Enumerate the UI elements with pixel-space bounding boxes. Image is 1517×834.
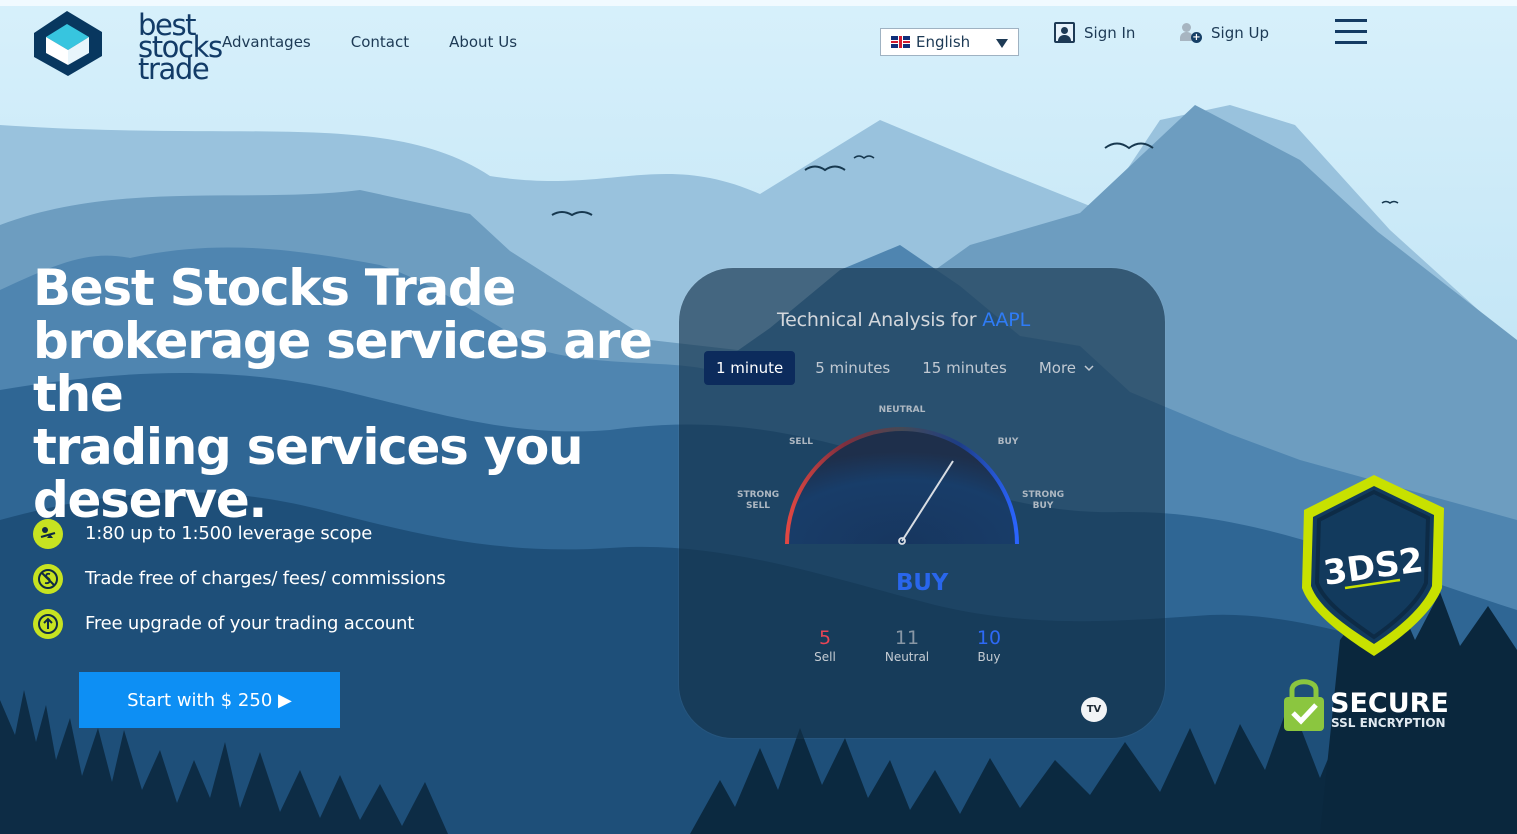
feature-leverage: 1:80 up to 1:500 leverage scope: [33, 511, 446, 556]
uk-flag-icon: [891, 36, 910, 48]
tab-5-minutes[interactable]: 5 minutes: [803, 351, 902, 385]
nav-contact[interactable]: Contact: [351, 33, 409, 51]
main-navigation: Advantages Contact About Us: [222, 33, 517, 51]
strong-sell-label: STRONG SELL: [737, 490, 780, 511]
chevron-down-icon: [1084, 365, 1094, 372]
add-user-icon: +: [1180, 22, 1202, 44]
language-select[interactable]: English: [880, 28, 1019, 56]
logo-cube-icon: [34, 11, 102, 76]
feature-upgrade: Free upgrade of your trading account: [33, 601, 446, 646]
tradingview-logo-icon[interactable]: TV: [1081, 697, 1107, 722]
hero-title: Best Stocks Trade brokerage services are…: [33, 259, 653, 529]
widget-title: Technical Analysis for AAPL: [777, 309, 1030, 331]
buy-count: 10 Buy: [976, 627, 1002, 664]
sign-in-label: Sign In: [1084, 23, 1136, 42]
nav-about-us[interactable]: About Us: [449, 33, 517, 51]
logo-wordmark: best stocks trade: [138, 8, 223, 86]
sentiment-gauge: STRONG SELL SELL NEUTRAL BUY STRONG BUY: [729, 398, 1109, 583]
language-label: English: [916, 33, 971, 51]
sign-up-label: Sign Up: [1211, 24, 1269, 42]
feature-text: Trade free of charges/ fees/ commissions: [85, 568, 446, 589]
tab-15-minutes[interactable]: 15 minutes: [910, 351, 1019, 385]
ssl-secure-badge: SECURE SSL ENCRYPTION: [1282, 675, 1454, 737]
nav-advantages[interactable]: Advantages: [222, 33, 311, 51]
feature-list: 1:80 up to 1:500 leverage scope Trade fr…: [33, 511, 446, 646]
3ds2-badge: 3DS2: [1294, 472, 1454, 662]
top-highlight: [0, 0, 1517, 6]
secure-text: SECURE: [1330, 688, 1449, 719]
dropdown-arrow-icon: [996, 39, 1008, 48]
feature-text: Free upgrade of your trading account: [85, 613, 415, 634]
ssl-encryption-text: SSL ENCRYPTION: [1331, 716, 1446, 730]
feature-text: 1:80 up to 1:500 leverage scope: [85, 523, 373, 544]
sell-count: 5 Sell: [814, 627, 836, 664]
user-icon: [1054, 22, 1075, 43]
neutral-label: NEUTRAL: [878, 405, 926, 415]
sign-in-link[interactable]: Sign In: [1054, 22, 1135, 43]
symbol-link[interactable]: AAPL: [982, 309, 1030, 331]
strong-buy-label: STRONG BUY: [1022, 490, 1065, 511]
hamburger-menu-icon[interactable]: [1335, 19, 1367, 45]
start-trading-button[interactable]: Start with $ 250 ▶: [79, 672, 340, 728]
buy-label: BUY: [997, 437, 1019, 447]
lock-check-icon: [1284, 679, 1324, 731]
brand-logo[interactable]: best stocks trade: [32, 8, 223, 84]
sell-label: SELL: [788, 437, 814, 447]
ssl-badge-graphic: SECURE SSL ENCRYPTION: [1284, 679, 1449, 731]
signal-counts: 5 Sell 11 Neutral 10 Buy: [785, 626, 1075, 676]
more-intervals-dropdown[interactable]: More: [1027, 351, 1106, 385]
feature-no-fees: Trade free of charges/ fees/ commissions: [33, 556, 446, 601]
no-fees-icon: [33, 563, 63, 594]
sign-up-link[interactable]: + Sign Up: [1180, 22, 1269, 44]
technical-analysis-widget: Technical Analysis for AAPL 1 minute 5 m…: [679, 268, 1165, 738]
tab-1-minute[interactable]: 1 minute: [704, 351, 796, 385]
interval-tabs: 1 minute 5 minutes 15 minutes More: [704, 351, 1114, 385]
analysis-verdict: BUY: [896, 570, 948, 596]
upgrade-icon: [33, 608, 63, 639]
neutral-count: 11 Neutral: [884, 627, 930, 664]
shield-icon: 3DS2: [1302, 475, 1444, 656]
leverage-icon: [33, 518, 63, 549]
